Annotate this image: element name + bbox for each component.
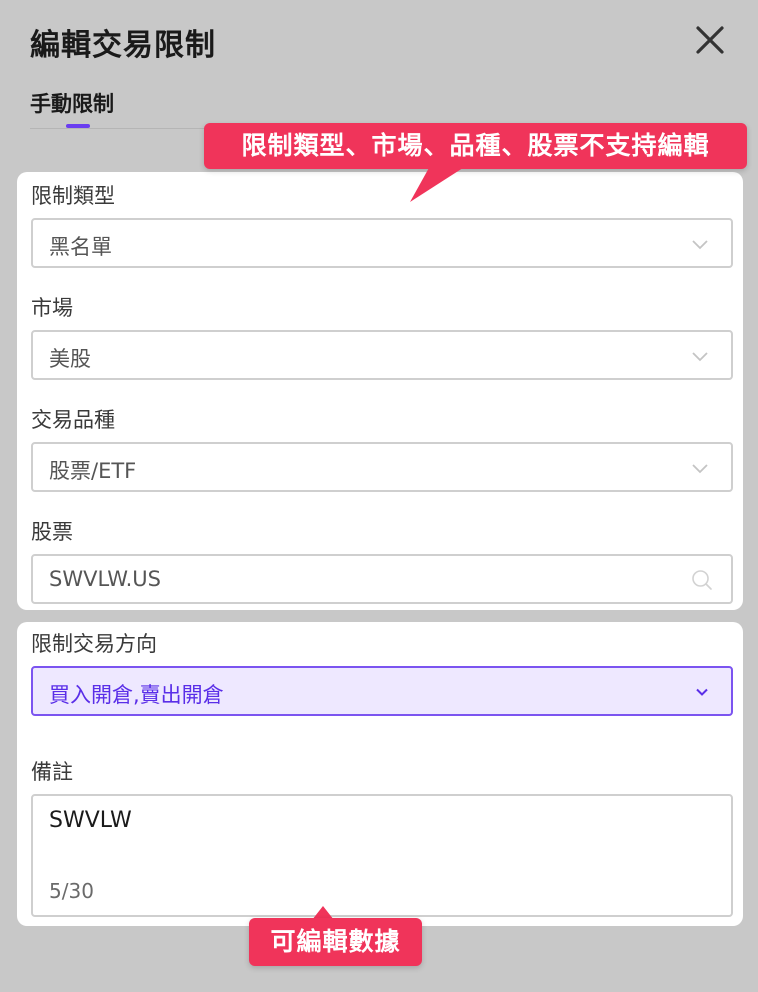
direction-value: 買入開倉,賣出開倉 [49, 683, 224, 707]
market-label: 市場 [31, 296, 73, 320]
direction-label: 限制交易方向 [31, 632, 157, 656]
editable-fields-panel: 限制交易方向 買入開倉,賣出開倉 備註 SWVLW 5/30 [17, 622, 743, 926]
stock-search-input[interactable]: SWVLW.US [31, 554, 733, 604]
readonly-fields-panel: 限制類型 黑名單 市場 美股 交易品種 股票/ETF 股票 SWVLW.US [17, 172, 743, 610]
restriction-type-label: 限制類型 [31, 184, 115, 208]
tab-manual-restriction[interactable]: 手動限制 [30, 88, 114, 118]
not-editable-callout: 限制類型、市場、品種、股票不支持編輯 [204, 123, 747, 169]
direction-select[interactable]: 買入開倉,賣出開倉 [31, 666, 733, 716]
product-type-value: 股票/ETF [49, 459, 137, 483]
remark-textarea[interactable]: SWVLW 5/30 [31, 794, 733, 917]
editable-callout: 可編輯數據 [249, 918, 422, 966]
callout-pointer [410, 166, 466, 202]
dialog-title: 編輯交易限制 [30, 28, 216, 63]
chevron-down-icon [696, 688, 708, 696]
market-value: 美股 [49, 347, 91, 371]
remark-value: SWVLW [49, 808, 132, 833]
product-type-label: 交易品種 [31, 408, 115, 432]
remark-char-counter: 5/30 [49, 879, 94, 903]
stock-label: 股票 [31, 520, 73, 544]
chevron-down-icon [692, 240, 708, 250]
tab-divider [30, 128, 220, 129]
chevron-down-icon [692, 352, 708, 362]
close-icon[interactable] [692, 22, 728, 58]
restriction-type-value: 黑名單 [49, 235, 112, 259]
stock-value: SWVLW.US [49, 567, 161, 591]
search-icon [692, 570, 712, 590]
chevron-down-icon [692, 464, 708, 474]
market-select[interactable]: 美股 [31, 330, 733, 380]
remark-label: 備註 [31, 760, 73, 784]
restriction-type-select[interactable]: 黑名單 [31, 218, 733, 268]
product-type-select[interactable]: 股票/ETF [31, 442, 733, 492]
